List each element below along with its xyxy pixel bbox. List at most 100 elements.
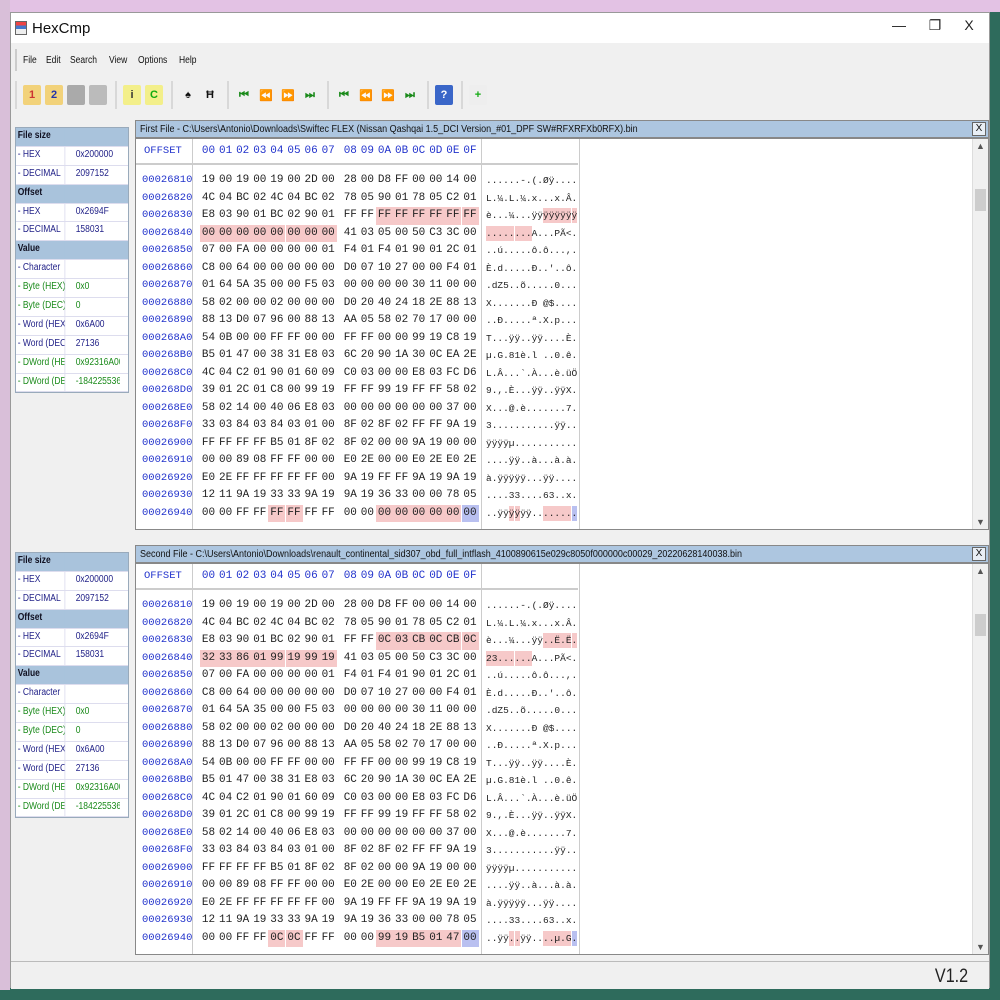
byte-cell[interactable]: 01 [462, 260, 479, 278]
byte-cell[interactable]: E8 [303, 825, 320, 843]
byte-cell-diff[interactable]: 86 [234, 649, 252, 667]
byte-cell[interactable]: 03 [217, 842, 234, 860]
byte-cell[interactable]: 19 [234, 172, 251, 190]
byte-cell[interactable]: FF [268, 895, 285, 913]
byte-cell-diff[interactable]: 99 [376, 929, 393, 947]
byte-cell[interactable]: 00 [251, 347, 268, 365]
byte-cell[interactable]: 3C [444, 650, 461, 668]
byte-cell[interactable]: 84 [234, 842, 251, 860]
byte-cell[interactable]: 88 [444, 720, 461, 738]
byte-cell[interactable]: 90 [376, 772, 393, 790]
byte-cell-diff[interactable]: 0C [427, 632, 445, 650]
byte-cell[interactable]: E8 [303, 347, 320, 365]
byte-cell[interactable]: 00 [320, 720, 337, 738]
byte-cell[interactable]: 64 [217, 277, 234, 295]
byte-cell[interactable]: 31 [286, 772, 303, 790]
byte-cell[interactable]: 00 [234, 330, 251, 348]
byte-cell[interactable]: 9A [444, 417, 461, 435]
byte-cell[interactable]: 70 [410, 737, 427, 755]
ascii-text[interactable]: è...¼...ÿÿÿÿÿÿÿÿ [486, 207, 577, 225]
byte-cell[interactable]: 05 [427, 615, 444, 633]
byte-cell[interactable]: 00 [251, 400, 268, 418]
byte-cell[interactable]: 00 [286, 260, 303, 278]
byte-cell[interactable]: 04 [286, 615, 303, 633]
byte-cell[interactable]: AA [342, 312, 359, 330]
byte-cell[interactable]: 02 [359, 842, 376, 860]
byte-cell[interactable]: 08 [251, 452, 268, 470]
byte-cell[interactable]: B5 [200, 772, 217, 790]
byte-cell[interactable]: 96 [268, 737, 285, 755]
byte-cell[interactable]: 03 [359, 225, 376, 243]
byte-cell[interactable]: 01 [393, 190, 410, 208]
byte-cell[interactable]: 19 [268, 597, 285, 615]
byte-cell[interactable]: 24 [393, 720, 410, 738]
byte-cell[interactable]: 00 [217, 172, 234, 190]
byte-cell[interactable]: FF [359, 632, 376, 650]
byte-cell[interactable]: 40 [268, 825, 285, 843]
ascii-text[interactable]: ....33....63..x. [486, 912, 577, 930]
byte-cell[interactable]: 2D [303, 172, 320, 190]
byte-cell[interactable]: 9A [342, 487, 359, 505]
byte-cell[interactable]: 00 [393, 225, 410, 243]
byte-cell[interactable]: FF [286, 755, 303, 773]
byte-cell[interactable]: D0 [342, 720, 359, 738]
byte-cell[interactable]: 88 [444, 295, 461, 313]
byte-cell[interactable]: FF [320, 505, 337, 523]
ascii-text[interactable]: 3...........ÿÿ.. [486, 417, 577, 435]
byte-cell[interactable]: FF [427, 842, 444, 860]
byte-cell[interactable]: 9A [444, 470, 461, 488]
ascii-text[interactable]: ..ÿÿ..ÿÿ....µ.G. [486, 930, 577, 948]
byte-cell[interactable]: 00 [320, 172, 337, 190]
byte-cell[interactable]: FF [410, 842, 427, 860]
byte-cell[interactable]: FF [303, 505, 320, 523]
byte-cell[interactable]: 01 [251, 632, 268, 650]
byte-cell[interactable]: E8 [303, 400, 320, 418]
byte-cell[interactable]: 03 [320, 825, 337, 843]
byte-cell[interactable]: 00 [320, 597, 337, 615]
byte-cell[interactable]: 14 [444, 172, 461, 190]
byte-cell[interactable]: 00 [427, 912, 444, 930]
byte-cell[interactable]: 8F [342, 417, 359, 435]
byte-cell[interactable]: 19 [427, 860, 444, 878]
byte-cell[interactable]: 2C [234, 382, 251, 400]
byte-cell[interactable]: 00 [427, 260, 444, 278]
byte-cell[interactable]: 99 [303, 807, 320, 825]
byte-cell[interactable]: D0 [342, 685, 359, 703]
byte-cell[interactable]: 02 [268, 295, 285, 313]
byte-cell[interactable]: 00 [410, 400, 427, 418]
byte-cell[interactable]: E8 [200, 632, 217, 650]
byte-cell[interactable]: B5 [268, 860, 285, 878]
byte-cell[interactable]: E0 [444, 877, 461, 895]
vertical-scrollbar[interactable]: ▲ ▼ [972, 139, 988, 529]
byte-cell[interactable]: 05 [359, 737, 376, 755]
byte-cell[interactable]: 05 [359, 615, 376, 633]
byte-cell[interactable]: 03 [427, 790, 444, 808]
byte-cell[interactable]: 8F [342, 842, 359, 860]
byte-cell[interactable]: FF [234, 505, 251, 523]
byte-cell[interactable]: 06 [286, 400, 303, 418]
byte-cell[interactable]: 58 [444, 382, 461, 400]
byte-cell[interactable]: 19 [427, 330, 444, 348]
byte-cell[interactable]: 02 [320, 615, 337, 633]
open-file-1-icon[interactable]: 1 [23, 85, 41, 105]
byte-cell[interactable]: 58 [200, 400, 217, 418]
byte-cell[interactable]: FF [359, 755, 376, 773]
byte-cell[interactable]: 00 [286, 312, 303, 330]
byte-cell[interactable]: 00 [320, 330, 337, 348]
byte-cell-diff[interactable]: B5 [410, 929, 428, 947]
byte-cell[interactable]: FF [303, 930, 320, 948]
byte-cell[interactable]: 00 [393, 435, 410, 453]
byte-cell-diff[interactable]: 00 [376, 504, 393, 522]
byte-cell[interactable]: 64 [217, 702, 234, 720]
byte-cell[interactable]: 17 [427, 737, 444, 755]
byte-cell[interactable]: 00 [217, 597, 234, 615]
byte-cell[interactable]: 00 [359, 277, 376, 295]
first-diff-icon[interactable]: ⏮ [235, 85, 253, 105]
byte-cell[interactable]: 58 [376, 312, 393, 330]
byte-cell[interactable]: 07 [200, 242, 217, 260]
byte-cell-diff[interactable]: CB [444, 632, 462, 650]
byte-cell[interactable]: FF [251, 470, 268, 488]
byte-cell[interactable]: FF [286, 877, 303, 895]
byte-cell[interactable]: BC [268, 632, 285, 650]
ascii-text[interactable]: ..Ð.....ª.X.p... [486, 737, 577, 755]
